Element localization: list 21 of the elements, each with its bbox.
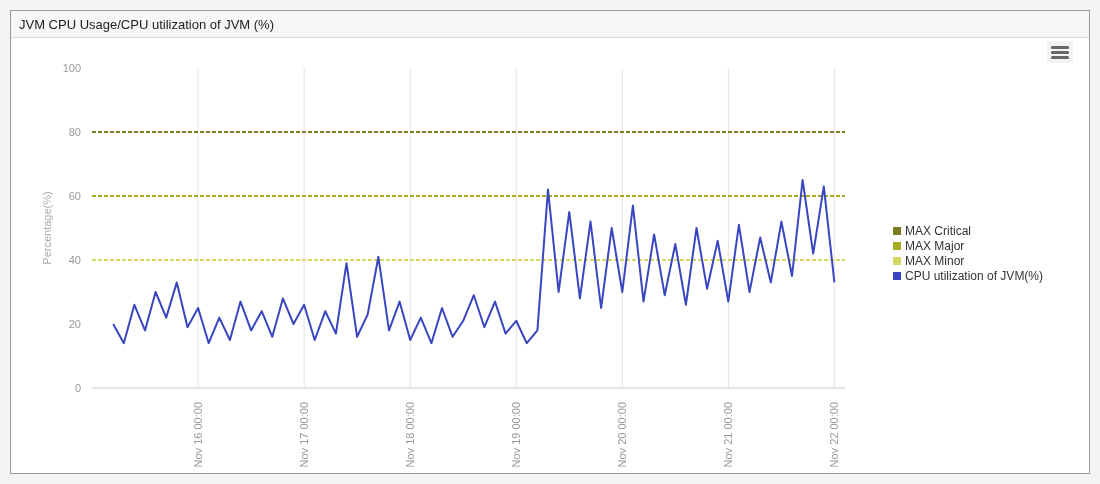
legend-label[interactable]: MAX Minor bbox=[905, 254, 965, 268]
legend-label[interactable]: MAX Critical bbox=[905, 224, 971, 238]
y-axis-label: 60 bbox=[68, 190, 81, 202]
y-axis-label: 0 bbox=[74, 382, 81, 394]
y-axis-label: 100 bbox=[62, 62, 81, 74]
y-axis-title: Percentage(%) bbox=[41, 191, 53, 265]
y-axis-label: 80 bbox=[68, 126, 81, 138]
menu-icon bbox=[1051, 45, 1069, 59]
y-axis-label: 20 bbox=[68, 318, 81, 330]
y-axis-label: 40 bbox=[68, 254, 81, 266]
x-axis-label: Nov 20 00:00 bbox=[616, 402, 629, 468]
legend-label[interactable]: CPU utilization of JVM(%) bbox=[905, 269, 1044, 283]
panel-title: JVM CPU Usage/CPU utilization of JVM (%) bbox=[11, 11, 1089, 38]
x-axis-label: Nov 18 00:00 bbox=[404, 402, 417, 468]
x-axis-label: Nov 21 00:00 bbox=[722, 402, 735, 468]
x-axis-label: Nov 16 00:00 bbox=[192, 402, 205, 468]
x-axis-label: Nov 19 00:00 bbox=[510, 402, 523, 468]
legend-label[interactable]: MAX Major bbox=[905, 239, 965, 253]
menu-button[interactable] bbox=[1047, 41, 1073, 63]
x-axis-label: Nov 17 00:00 bbox=[298, 402, 311, 468]
x-axis-label: Nov 22 00:00 bbox=[828, 402, 841, 468]
